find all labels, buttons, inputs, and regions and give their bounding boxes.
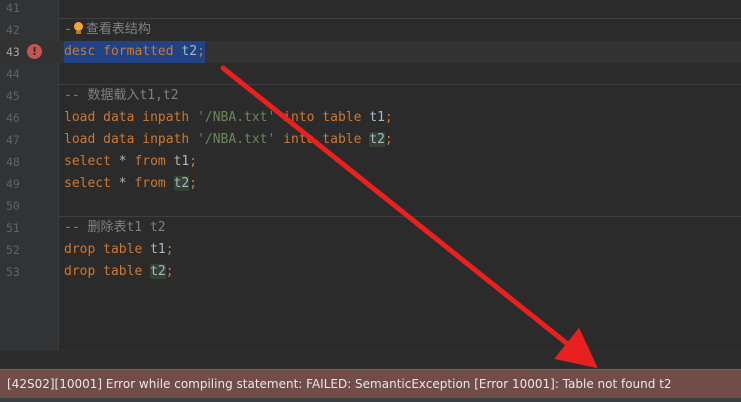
code-line-51[interactable]: 51 -- 删除表t1 t2	[0, 217, 741, 239]
line-number: 41	[6, 1, 20, 15]
code-line-49[interactable]: 49 select * from t2;	[0, 173, 741, 195]
identifier: t1	[369, 110, 385, 125]
code-editor[interactable]: 41 42 - 查看表结构 43 ! desc formatted t2; 44 …	[0, 0, 741, 350]
comment-text: -- 数据载入t1,t2	[64, 88, 179, 103]
line-number: 44	[6, 67, 20, 81]
line-number: 50	[6, 199, 20, 213]
error-message: [42S02][10001] Error while compiling sta…	[7, 377, 672, 391]
code-line-48[interactable]: 48 select * from t1;	[0, 151, 741, 173]
line-number: 42	[6, 23, 20, 37]
keyword: into table	[275, 110, 370, 125]
lightbulb-icon[interactable]	[73, 21, 84, 35]
line-number: 45	[6, 89, 20, 103]
error-icon[interactable]: !	[27, 44, 42, 59]
comment-prefix: -	[64, 22, 72, 37]
code-text: select * from t1;	[64, 151, 197, 173]
comment-label: 查看表结构	[85, 22, 151, 37]
line-number: 43	[6, 45, 20, 59]
punctuation: ;	[189, 176, 198, 191]
code-line-45[interactable]: 45 -- 数据载入t1,t2	[0, 85, 741, 107]
code-text: drop table t1;	[64, 239, 174, 261]
identifier: t1	[150, 242, 166, 257]
line-number: 47	[6, 133, 20, 147]
keyword: load data inpath	[64, 132, 198, 147]
comment-text: - 查看表结构	[64, 19, 151, 41]
code-text: load data inpath '/NBA.txt' into table t…	[64, 129, 393, 151]
identifier: t1	[173, 154, 190, 169]
identifier-highlight: t2	[173, 176, 190, 191]
line-number: 48	[6, 155, 20, 169]
keyword: load data inpath	[64, 110, 198, 125]
code-line-52[interactable]: 52 drop table t1;	[0, 239, 741, 261]
keyword: select	[64, 154, 119, 169]
punctuation: ;	[165, 242, 174, 257]
punctuation: ;	[165, 264, 174, 279]
keyword: drop table	[64, 242, 151, 257]
identifier: t2	[181, 44, 198, 59]
bottom-border	[0, 398, 741, 402]
punctuation: ;	[384, 132, 393, 147]
keyword: select	[64, 176, 119, 191]
code-line-53[interactable]: 53 drop table t2;	[0, 261, 741, 283]
code-text: select * from t2;	[64, 173, 197, 195]
code-text: drop table t2;	[64, 261, 174, 283]
editor-bottom-strip	[0, 350, 741, 370]
punctuation: ;	[189, 154, 198, 169]
code-line-50[interactable]: 50	[0, 195, 741, 217]
code-line-42[interactable]: 42 - 查看表结构	[0, 19, 741, 41]
code-line-44[interactable]: 44	[0, 63, 741, 85]
punctuation: ;	[197, 44, 205, 59]
keyword: desc	[64, 44, 96, 59]
code-line-47[interactable]: 47 load data inpath '/NBA.txt' into tabl…	[0, 129, 741, 151]
line-number: 46	[6, 111, 20, 125]
code-text: load data inpath '/NBA.txt' into table t…	[64, 107, 393, 129]
punctuation: ;	[384, 110, 393, 125]
error-notification-bar[interactable]: [42S02][10001] Error while compiling sta…	[0, 369, 741, 398]
string-literal: '/NBA.txt'	[197, 110, 276, 125]
code-line-41[interactable]: 41	[0, 0, 741, 19]
keyword: from	[126, 154, 174, 169]
keyword: formatted	[95, 44, 182, 59]
operator: *	[118, 154, 127, 169]
selected-statement[interactable]: desc formatted t2;	[64, 41, 205, 63]
keyword: into table	[275, 132, 370, 147]
line-number: 52	[6, 243, 20, 257]
operator: *	[118, 176, 127, 191]
code-line-46[interactable]: 46 load data inpath '/NBA.txt' into tabl…	[0, 107, 741, 129]
string-literal: '/NBA.txt'	[197, 132, 276, 147]
code-line-43[interactable]: 43 ! desc formatted t2;	[0, 41, 741, 63]
line-number: 53	[6, 265, 20, 279]
comment-text: -- 删除表t1 t2	[64, 220, 166, 235]
identifier-highlight: t2	[150, 264, 166, 279]
keyword: from	[126, 176, 174, 191]
line-number: 49	[6, 177, 20, 191]
identifier-highlight: t2	[369, 132, 385, 147]
keyword: drop table	[64, 264, 151, 279]
line-number: 51	[6, 221, 20, 235]
